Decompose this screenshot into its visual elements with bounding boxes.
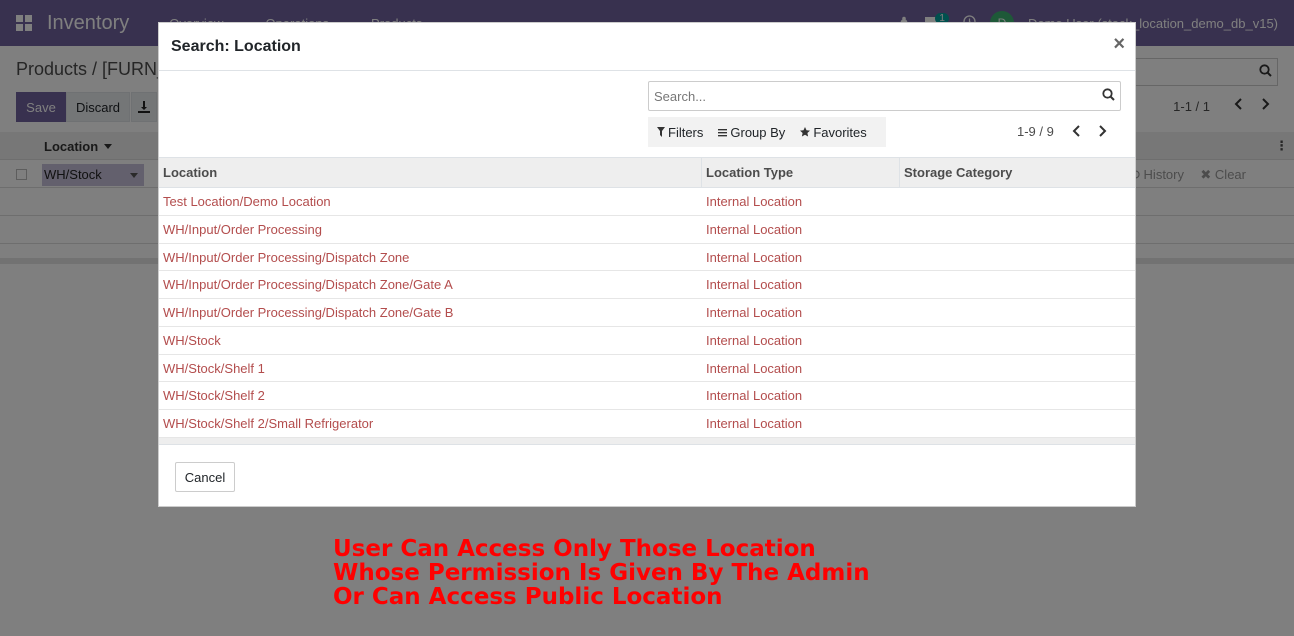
modal-footer: Cancel bbox=[159, 444, 1135, 507]
chevron-right-icon[interactable] bbox=[1097, 124, 1107, 138]
table-row[interactable]: WH/Stock/Shelf 2 Internal Location bbox=[159, 382, 1135, 410]
storage-category-cell bbox=[900, 299, 1135, 326]
storage-category-cell bbox=[900, 382, 1135, 409]
table-row[interactable]: WH/Stock/Shelf 1 Internal Location bbox=[159, 355, 1135, 383]
filters-button[interactable]: Filters bbox=[648, 117, 709, 147]
location-type-cell: Internal Location bbox=[706, 277, 803, 293]
location-cell: WH/Input/Order Processing bbox=[163, 221, 322, 237]
location-type-cell: Internal Location bbox=[706, 388, 803, 404]
modal-header: Search: Location × bbox=[159, 23, 1135, 71]
table-row[interactable]: WH/Stock Internal Location bbox=[159, 327, 1135, 355]
search-input[interactable] bbox=[654, 83, 1094, 109]
table-row[interactable]: WH/Input/Order Processing/Dispatch Zone/… bbox=[159, 299, 1135, 327]
table-row[interactable]: WH/Input/Order Processing Internal Locat… bbox=[159, 216, 1135, 244]
location-cell: WH/Stock/Shelf 1 bbox=[163, 360, 265, 376]
location-type-cell: Internal Location bbox=[706, 305, 803, 320]
filter-icon bbox=[657, 127, 665, 137]
location-type-cell: Internal Location bbox=[706, 221, 803, 237]
location-cell: WH/Input/Order Processing/Dispatch Zone/… bbox=[163, 305, 454, 320]
chevron-left-icon[interactable] bbox=[1071, 124, 1081, 138]
location-type-cell: Internal Location bbox=[706, 416, 803, 431]
column-header-storage-category[interactable]: Storage Category bbox=[900, 158, 1135, 187]
storage-category-cell bbox=[900, 327, 1135, 354]
storage-category-cell bbox=[900, 244, 1135, 271]
column-header-location-type[interactable]: Location Type bbox=[702, 158, 900, 187]
location-cell: WH/Input/Order Processing/Dispatch Zone/… bbox=[163, 277, 453, 293]
search-box bbox=[648, 81, 1121, 111]
cancel-button[interactable]: Cancel bbox=[175, 462, 235, 492]
favorites-button[interactable]: Favorites bbox=[791, 117, 872, 147]
storage-category-cell bbox=[900, 410, 1135, 437]
location-cell: WH/Stock/Shelf 2/Small Refrigerator bbox=[163, 416, 374, 431]
close-button[interactable]: × bbox=[1113, 34, 1125, 54]
location-list: Location Location Type Storage Category … bbox=[159, 157, 1135, 445]
location-type-cell: Internal Location bbox=[706, 360, 803, 376]
pager-arrows bbox=[1071, 124, 1107, 138]
bars-icon bbox=[718, 128, 728, 136]
search-location-dialog: Search: Location × Filters Group By Favo… bbox=[158, 22, 1136, 507]
column-header-location[interactable]: Location bbox=[159, 158, 702, 187]
annotation-text: User Can Access Only Those Location Whos… bbox=[333, 537, 870, 609]
storage-category-cell bbox=[900, 188, 1135, 215]
table-row[interactable]: WH/Input/Order Processing/Dispatch Zone/… bbox=[159, 271, 1135, 299]
favorites-label: Favorites bbox=[813, 124, 867, 140]
table-row[interactable]: WH/Stock/Shelf 2/Small Refrigerator Inte… bbox=[159, 410, 1135, 438]
annotation-line: Whose Permission Is Given By The Admin bbox=[333, 560, 870, 586]
table-row[interactable]: Test Location/Demo Location Internal Loc… bbox=[159, 188, 1135, 216]
modal-title: Search: Location bbox=[171, 38, 301, 55]
location-cell: Test Location/Demo Location bbox=[163, 194, 331, 209]
storage-category-cell bbox=[900, 216, 1135, 243]
search-options: Filters Group By Favorites bbox=[648, 117, 886, 147]
location-type-cell: Internal Location bbox=[706, 332, 803, 348]
dialog-control-panel: Filters Group By Favorites 1-9 / 9 bbox=[159, 71, 1135, 157]
table-row[interactable]: WH/Input/Order Processing/Dispatch Zone … bbox=[159, 244, 1135, 272]
storage-category-cell bbox=[900, 355, 1135, 382]
annotation-line: Or Can Access Public Location bbox=[333, 584, 723, 610]
location-cell: WH/Stock bbox=[163, 332, 221, 348]
star-icon bbox=[800, 127, 811, 137]
pager-value[interactable]: 1-9 / 9 bbox=[1017, 124, 1054, 139]
location-type-cell: Internal Location bbox=[706, 249, 803, 265]
location-cell: WH/Input/Order Processing/Dispatch Zone bbox=[163, 249, 410, 265]
annotation-line: User Can Access Only Those Location bbox=[333, 536, 816, 562]
filters-label: Filters bbox=[668, 124, 704, 140]
group-by-button[interactable]: Group By bbox=[709, 117, 791, 147]
group-by-label: Group By bbox=[730, 124, 786, 140]
location-cell: WH/Stock/Shelf 2 bbox=[163, 388, 265, 404]
list-header: Location Location Type Storage Category bbox=[159, 157, 1135, 188]
storage-category-cell bbox=[900, 271, 1135, 298]
search-icon[interactable] bbox=[1102, 88, 1115, 104]
location-type-cell: Internal Location bbox=[706, 194, 803, 209]
